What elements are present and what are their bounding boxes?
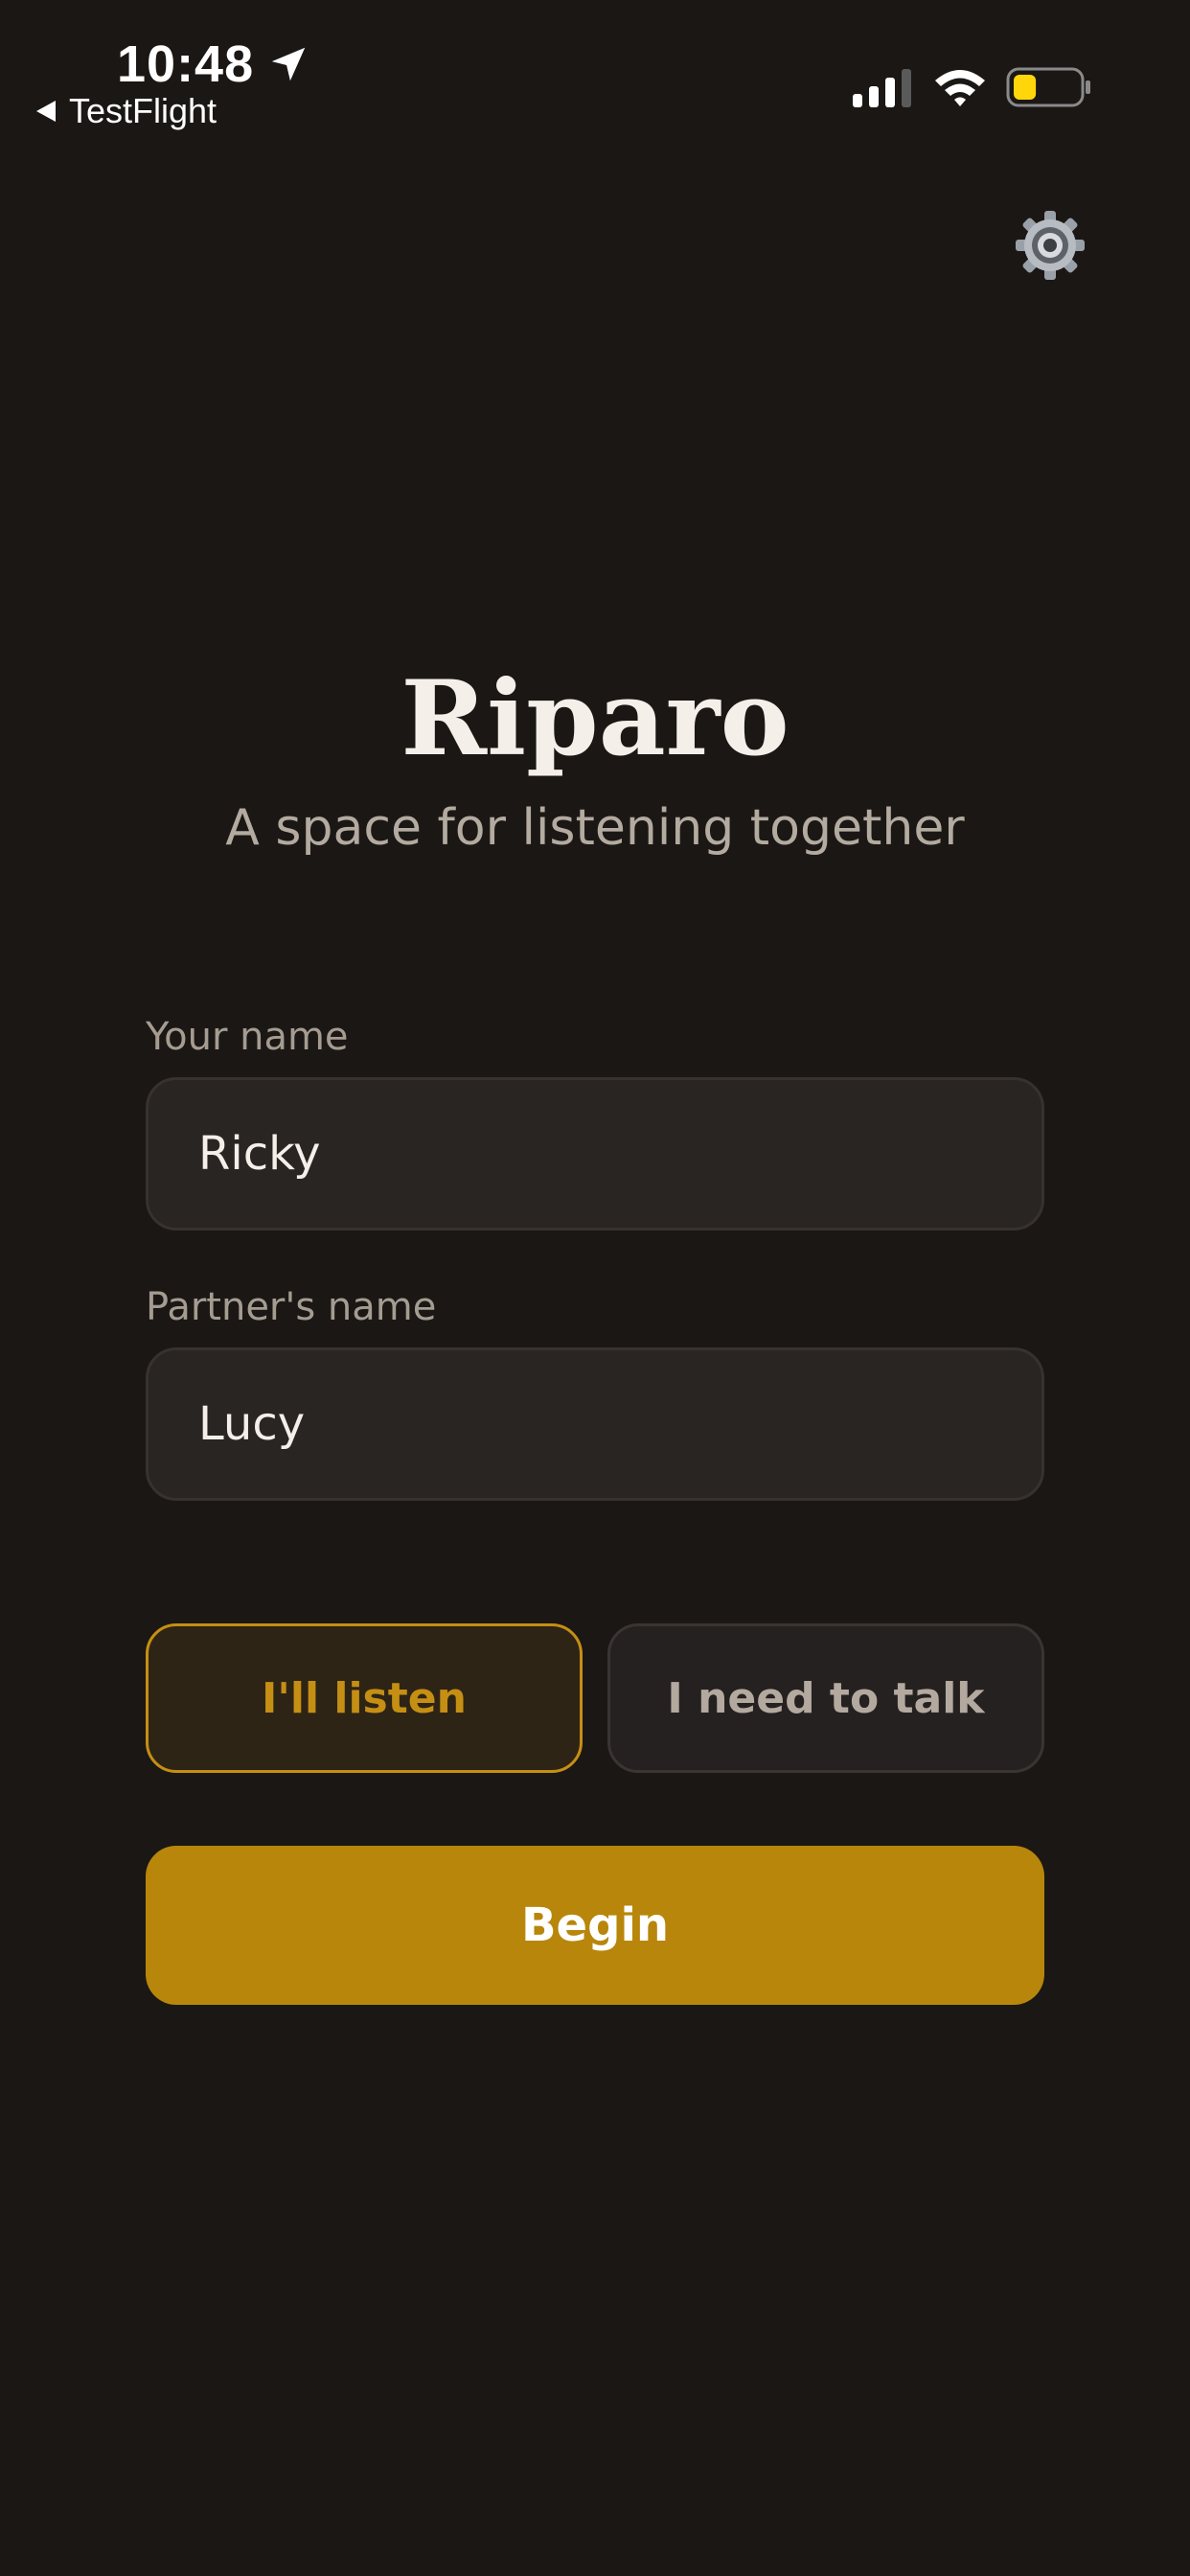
talk-role-button[interactable]: I need to talk: [607, 1623, 1044, 1773]
your-name-label: Your name: [146, 1015, 349, 1059]
back-link-label: TestFlight: [69, 91, 217, 130]
battery-icon: [1006, 67, 1090, 107]
status-time: 10:48: [117, 35, 255, 93]
cellular-signal-icon: [853, 69, 911, 107]
your-name-input[interactable]: [146, 1077, 1044, 1230]
gear-icon[interactable]: [1014, 209, 1087, 282]
location-arrow-icon: [271, 47, 306, 81]
back-arrow-icon: [36, 101, 56, 122]
app-subtitle: A space for listening together: [225, 799, 965, 857]
talk-role-label: I need to talk: [667, 1673, 985, 1723]
listen-role-button[interactable]: I'll listen: [146, 1623, 583, 1773]
wifi-icon: [935, 70, 985, 106]
listen-role-label: I'll listen: [262, 1673, 467, 1723]
partner-name-input[interactable]: [146, 1347, 1044, 1501]
begin-button[interactable]: Begin: [146, 1846, 1044, 2005]
begin-button-label: Begin: [520, 1898, 670, 1952]
app-title: Riparo: [400, 658, 790, 779]
partner-name-label: Partner's name: [146, 1285, 437, 1329]
back-to-testflight-link[interactable]: TestFlight: [36, 92, 217, 130]
